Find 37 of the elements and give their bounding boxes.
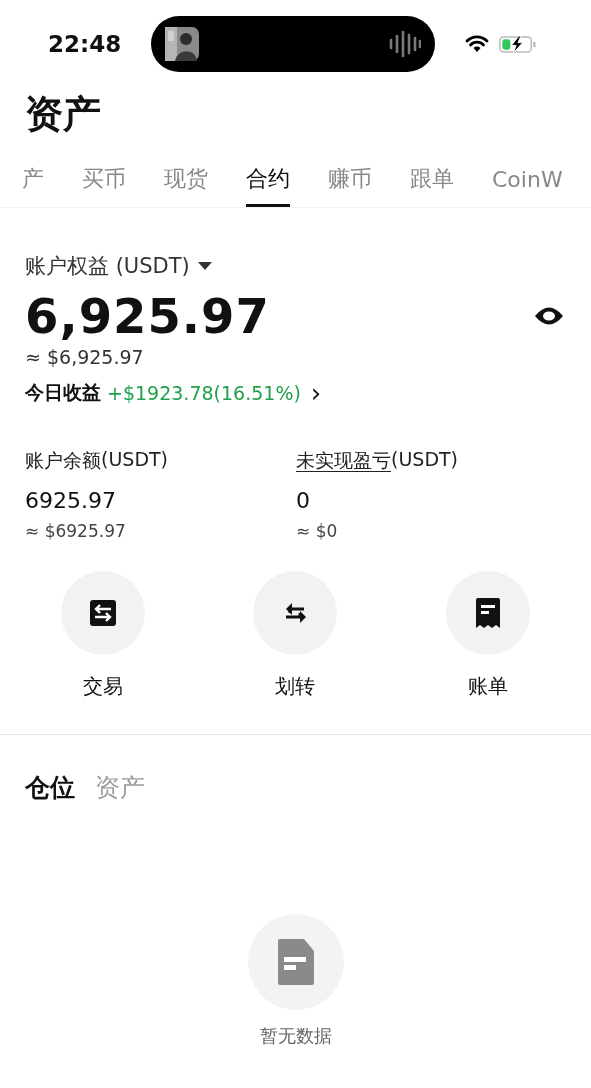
empty-state-text: 暂无数据: [259, 1024, 332, 1048]
tab[interactable]: CoinW: [492, 158, 563, 207]
tab[interactable]: 买币: [82, 158, 126, 207]
tab[interactable]: 仓位: [25, 771, 75, 804]
tab[interactable]: 合约: [246, 158, 290, 207]
action-label: 账单: [467, 673, 508, 700]
stat-usd-value: ≈ $0: [296, 521, 339, 541]
today-earnings-value: +$1923.78(16.51%): [107, 382, 301, 404]
document-icon: [277, 939, 314, 985]
stat-usd-value: ≈ $6925.97: [25, 521, 127, 541]
stat-unit: (USDT): [101, 448, 169, 472]
action-label: 交易: [83, 673, 124, 700]
stat-value: 6925.97: [25, 488, 117, 513]
equity-dropdown[interactable]: 账户权益 (USDT): [25, 252, 212, 280]
tab[interactable]: 资产: [95, 771, 145, 804]
swap-icon: [89, 599, 118, 627]
today-earnings-label: 今日收益: [25, 380, 101, 405]
chevron-button[interactable]: ›: [306, 380, 326, 406]
equity-usd-value: ≈ $6,925.97: [25, 346, 145, 368]
caret-icon: [197, 262, 212, 270]
status-time: 22:48: [48, 31, 123, 57]
equity-value: 6,925.97: [25, 288, 270, 344]
stat-label[interactable]: 未实现盈亏: [296, 448, 391, 474]
tab[interactable]: 现货: [164, 158, 208, 207]
stat-value: 0: [296, 488, 311, 513]
receipt-icon: [474, 597, 501, 629]
tab[interactable]: 跟单: [410, 158, 454, 207]
waveform-icon: [389, 30, 421, 58]
tab[interactable]: 产: [22, 158, 44, 207]
page-title: 资产: [24, 91, 102, 138]
stat-unit: (USDT): [391, 448, 459, 472]
eye-icon[interactable]: [534, 305, 564, 327]
wifi-icon: [465, 35, 489, 53]
action-label: 划转: [275, 673, 316, 700]
tab[interactable]: 赚币: [328, 158, 372, 207]
battery-icon: [499, 34, 537, 54]
stat-label: 账户余额: [25, 448, 101, 473]
